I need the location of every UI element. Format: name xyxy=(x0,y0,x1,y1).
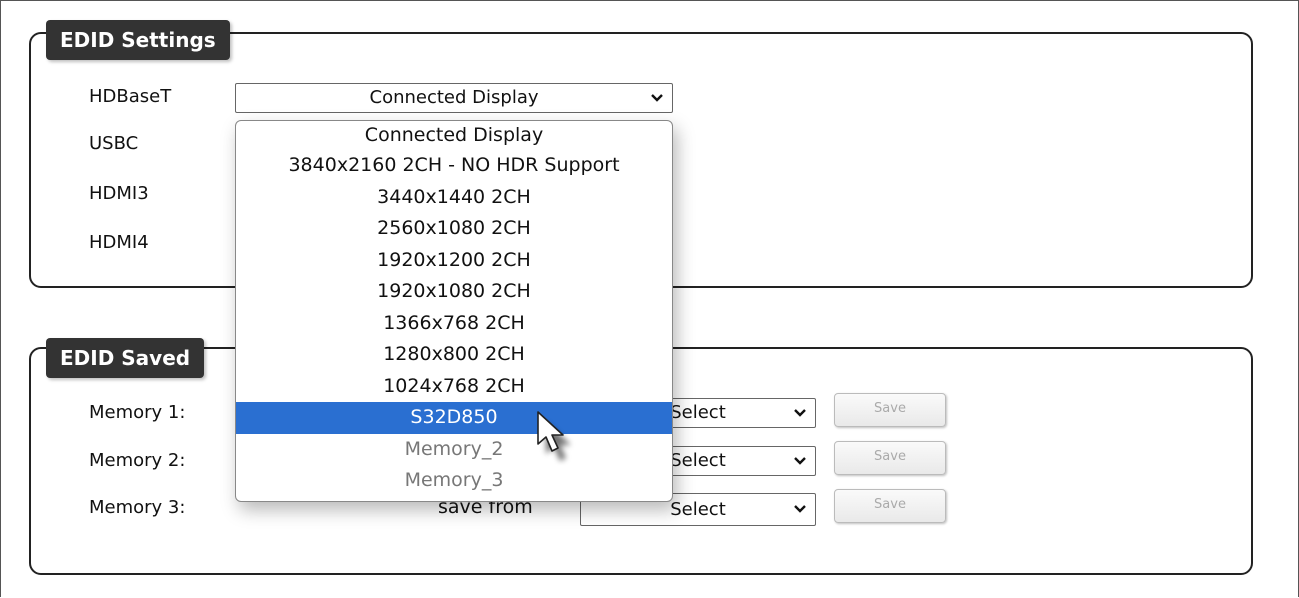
hdbaset-dropdown-list: Connected Display 3840x2160 2CH - NO HDR… xyxy=(235,120,673,502)
dropdown-option[interactable]: 3440x1440 2CH xyxy=(236,182,672,214)
memory-3-select-value: Select xyxy=(670,499,726,520)
dropdown-option[interactable]: Connected Display xyxy=(236,121,672,150)
chevron-down-icon xyxy=(650,84,664,112)
hdbaset-select[interactable]: Connected Display xyxy=(235,83,673,113)
dropdown-option[interactable]: 1920x1200 2CH xyxy=(236,245,672,277)
dropdown-option[interactable]: 1280x800 2CH xyxy=(236,339,672,371)
mouse-pointer-icon xyxy=(537,411,571,461)
memory-1-label: Memory 1: xyxy=(89,402,186,423)
chevron-down-icon xyxy=(793,447,807,475)
hdbaset-label: HDBaseT xyxy=(89,86,172,107)
hdmi3-label: HDMI3 xyxy=(89,183,149,204)
memory-1-save-button[interactable]: Save xyxy=(834,393,946,427)
dropdown-option-disabled: Memory_2 xyxy=(404,437,504,460)
memory-2-save-button[interactable]: Save xyxy=(834,441,946,475)
memory-3-save-button[interactable]: Save xyxy=(834,489,946,523)
hdmi4-label: HDMI4 xyxy=(89,232,149,253)
usbc-label: USBC xyxy=(89,133,139,154)
memory-2-select-value: Select xyxy=(670,450,726,471)
memory-1-select-value: Select xyxy=(670,402,726,423)
chevron-down-icon xyxy=(793,494,807,525)
dropdown-option[interactable]: 1024x768 2CH xyxy=(236,371,672,403)
hdbaset-select-value: Connected Display xyxy=(369,87,539,108)
memory-3-label: Memory 3: xyxy=(89,497,186,518)
memory-2-label: Memory 2: xyxy=(89,450,186,471)
dropdown-option-disabled: Memory_3 xyxy=(404,469,504,491)
dropdown-option[interactable]: 1920x1080 2CH xyxy=(236,276,672,308)
edid-settings-title: EDID Settings xyxy=(46,20,230,60)
dropdown-option[interactable]: 1366x768 2CH xyxy=(236,308,672,340)
dropdown-option[interactable]: 3840x2160 2CH - NO HDR Support xyxy=(236,150,672,182)
chevron-down-icon xyxy=(793,399,807,427)
edid-saved-title: EDID Saved xyxy=(46,338,205,378)
dropdown-option[interactable]: 2560x1080 2CH xyxy=(236,213,672,245)
dropdown-option-highlighted[interactable]: S32D850 xyxy=(236,402,672,434)
